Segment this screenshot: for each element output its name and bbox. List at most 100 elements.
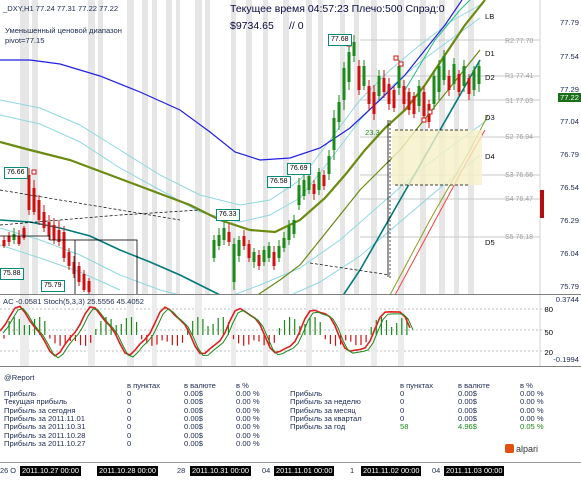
candle-body — [392, 90, 396, 108]
candle-body — [312, 184, 316, 194]
time-label: 2011.10.27 00:00 — [20, 466, 81, 476]
candle-body — [252, 252, 256, 262]
candle-body — [457, 74, 461, 92]
report-row-points: 0 — [127, 438, 132, 448]
candle-body — [77, 266, 81, 282]
pivot-level-s3: S3 76.66 — [505, 172, 534, 179]
brand-icon — [505, 444, 514, 453]
candle-body — [342, 68, 346, 100]
price-tick: 77.04 — [559, 117, 579, 126]
time-label: 2011.10.28 00:00 — [97, 466, 158, 476]
candle-body — [287, 226, 291, 240]
pivot-level-s4: S4 76.47 — [505, 196, 534, 203]
candle-body — [27, 175, 31, 210]
pivot-level-r1: R1 77.41 — [505, 73, 534, 80]
candle-body — [447, 76, 451, 90]
candle-body — [352, 42, 356, 56]
candle-body — [402, 86, 406, 104]
candle-body — [382, 78, 386, 92]
candle-body — [42, 212, 46, 228]
report-row-label: Прибыль за год — [290, 422, 346, 432]
candle-body — [247, 244, 251, 258]
level-label-d4: D4 — [485, 152, 495, 161]
session-stripe — [98, 0, 103, 294]
price-tag: 75.79 — [41, 280, 65, 292]
candle-body — [337, 102, 341, 122]
candle-body — [422, 92, 426, 116]
balance-extra: // 0 — [289, 20, 304, 32]
candle-body — [362, 66, 366, 86]
candle-body — [212, 240, 216, 258]
price-tick: 77.54 — [559, 52, 579, 61]
candle-body — [227, 232, 231, 242]
brand-logo: alpari — [505, 444, 538, 454]
pivot-level-s2: S2 76.94 — [505, 134, 534, 141]
candle-body — [367, 86, 371, 104]
time-label: 28 — [177, 466, 186, 475]
candle-body — [477, 66, 481, 84]
session-stripe — [231, 295, 236, 366]
candle-body — [277, 246, 281, 258]
candle-body — [12, 234, 16, 240]
candle-body — [472, 70, 476, 90]
session-stripe — [195, 295, 202, 366]
bar-count-label: 23.3 — [365, 128, 380, 137]
level-label-d1: D1 — [485, 49, 495, 58]
candle-body — [217, 235, 221, 246]
main-chart[interactable]: _DXY,H1 77.24 77.31 77.22 77.22 Текущее … — [0, 0, 581, 295]
candle-body — [37, 200, 41, 220]
time-label: 26 O — [0, 466, 17, 475]
price-tick: 77.79 — [559, 18, 579, 27]
price-tick: 76.54 — [559, 183, 579, 192]
candle-body — [317, 172, 321, 190]
pivot-level-s1: S1 77.03 — [505, 98, 534, 105]
candle-body — [357, 66, 361, 90]
note-pivot: pivot=77.15 — [5, 36, 45, 45]
candle-body — [307, 176, 311, 190]
candle-body — [442, 56, 446, 80]
oscillator-panel[interactable]: AC -0.0581 Stoch(5,3,3) 25.5556 45.4052 … — [0, 295, 581, 367]
candle-body — [297, 185, 301, 205]
candle-body — [67, 252, 71, 266]
level-label-lb: LB — [485, 12, 495, 21]
candle-body — [32, 188, 36, 212]
candle-body — [237, 240, 241, 256]
session-stripe — [205, 0, 210, 294]
time-label: 04 — [262, 466, 271, 475]
oscillator-title: AC -0.0581 Stoch(5,3,3) 25.5556 45.4052 — [3, 297, 145, 306]
time-label: 1 — [350, 466, 355, 475]
session-stripe — [142, 0, 148, 294]
note-range: Уменьшенный ценовой диапазон — [5, 26, 122, 35]
report-title: @Report — [4, 373, 35, 382]
signal-marker — [31, 169, 37, 175]
session-stripe — [127, 0, 134, 294]
price-tick: 76.79 — [559, 150, 579, 159]
signal-marker — [398, 61, 404, 67]
balance: $9734.65 — [230, 20, 274, 32]
session-stripe — [340, 295, 345, 366]
session-stripe — [152, 0, 157, 294]
candle-body — [272, 252, 276, 266]
session-stripe — [306, 295, 312, 366]
symbol-line: _DXY,H1 77.24 77.31 77.22 77.22 — [3, 4, 119, 13]
price-tag: 76.69 — [287, 163, 311, 175]
time-label: 2011.11.02 00:00 — [361, 466, 422, 476]
candle-body — [377, 76, 381, 96]
server-info: Текущее время 04:57:23 Плечо:500 Спрэд:0 — [230, 3, 445, 15]
candle-body — [302, 180, 306, 196]
main-chart-canvas — [0, 0, 544, 294]
session-stripe — [195, 0, 202, 294]
candle-body — [47, 222, 51, 236]
candle-body — [467, 78, 471, 94]
time-axis: 26 O 2011.10.27 00:00 2011.10.28 00:00 28 20… — [0, 462, 581, 480]
osc-tick: 0.3744 — [555, 295, 579, 304]
candle-body — [7, 236, 11, 242]
candle-body — [232, 244, 236, 282]
candle-body — [452, 64, 456, 84]
candle-body — [87, 281, 91, 292]
level-label-d3: D3 — [485, 113, 495, 122]
report-row-percent: 0.05 % — [520, 422, 544, 432]
osc-tick: -0.1994 — [553, 355, 579, 364]
price-tag: 77.68 — [328, 34, 352, 46]
candle-body — [282, 238, 286, 248]
